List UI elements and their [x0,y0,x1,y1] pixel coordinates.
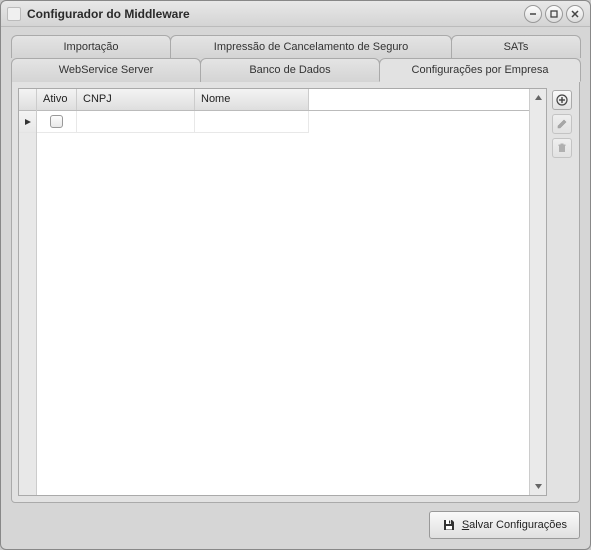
column-header-ativo[interactable]: Ativo [37,89,77,110]
tab-label: Configurações por Empresa [412,64,549,76]
grid-header: Ativo CNPJ Nome [37,89,529,111]
trash-icon [556,142,568,154]
scroll-up-arrow[interactable] [532,91,545,104]
window-title: Configurador do Middleware [27,7,524,21]
tab-importacao[interactable]: Importação [11,35,171,58]
row-header-column [19,89,37,495]
grid-corner [19,89,36,111]
maximize-button[interactable] [545,5,563,23]
tab-banco-de-dados[interactable]: Banco de Dados [200,58,380,82]
grid-columns-area: Ativo CNPJ Nome [37,89,529,495]
floppy-icon [442,518,456,532]
tab-configuracoes-empresa[interactable]: Configurações por Empresa [379,58,581,82]
tab-panel: Ativo CNPJ Nome [11,81,580,503]
tabs-row-1: Importação Impressão de Cancelamento de … [11,35,580,58]
scroll-down-arrow[interactable] [532,480,545,493]
tab-impressao-cancelamento[interactable]: Impressão de Cancelamento de Seguro [170,35,452,58]
column-label: Nome [201,93,230,105]
cell-nome[interactable] [195,111,309,133]
window-controls [524,5,584,23]
current-row-icon [24,118,32,126]
grid-body[interactable] [37,111,529,495]
footer: Salvar Configurações [11,503,580,539]
minimize-button[interactable] [524,5,542,23]
tab-sats[interactable]: SATs [451,35,581,58]
save-button[interactable]: Salvar Configurações [429,511,580,539]
column-label: Ativo [43,93,67,105]
minimize-icon [528,9,538,19]
client-area: Importação Impressão de Cancelamento de … [1,27,590,549]
row-indicator[interactable] [19,111,36,133]
pencil-icon [556,118,568,130]
close-icon [570,9,580,19]
app-window: Configurador do Middleware Importação Im… [0,0,591,550]
tabs-row-2: WebService Server Banco de Dados Configu… [11,58,580,82]
tab-label: WebService Server [59,64,154,76]
column-header-nome[interactable]: Nome [195,89,309,110]
save-button-label: Salvar Configurações [462,519,567,531]
titlebar[interactable]: Configurador do Middleware [1,1,590,27]
table-row[interactable] [37,111,529,133]
tab-webservice-server[interactable]: WebService Server [11,58,201,82]
close-button[interactable] [566,5,584,23]
cell-ativo[interactable] [37,111,77,133]
tab-label: Impressão de Cancelamento de Seguro [214,41,408,53]
maximize-icon [549,9,559,19]
column-label: CNPJ [83,93,112,105]
chevron-down-icon [534,482,543,491]
tab-label: Importação [63,41,118,53]
checkbox-ativo[interactable] [50,115,63,128]
plus-icon [556,94,568,106]
data-grid[interactable]: Ativo CNPJ Nome [18,88,547,496]
add-button[interactable] [552,90,572,110]
tab-label: Banco de Dados [249,64,330,76]
app-icon [7,7,21,21]
side-toolbar [551,88,573,496]
tab-label: SATs [504,41,529,53]
vertical-scrollbar[interactable] [529,89,546,495]
cell-cnpj[interactable] [77,111,195,133]
chevron-up-icon [534,93,543,102]
column-header-cnpj[interactable]: CNPJ [77,89,195,110]
edit-button[interactable] [552,114,572,134]
delete-button[interactable] [552,138,572,158]
